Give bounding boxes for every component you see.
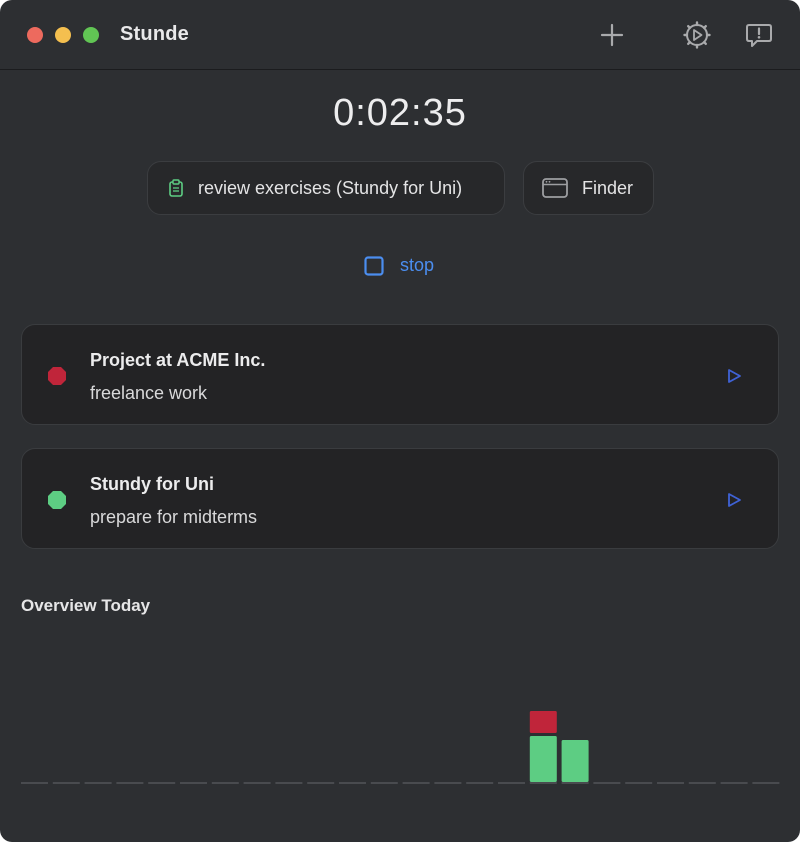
start-project-button[interactable] [722, 365, 746, 387]
project-name: Stundy for Uni [90, 474, 214, 494]
app-window: Stunde 0:02:35 review exercises (Stundy … [0, 0, 800, 842]
settings-button[interactable] [682, 20, 712, 50]
play-icon [728, 369, 741, 383]
window-icon [542, 178, 568, 198]
minimize-window-button[interactable] [55, 27, 71, 43]
clipboard-icon [168, 179, 184, 197]
plus-icon [600, 23, 624, 47]
play-icon [728, 493, 741, 507]
title-bar: Stunde [0, 0, 800, 70]
project-description: freelance work [90, 383, 208, 403]
chart-bar-segment [529, 736, 557, 782]
project-name: Project at ACME Inc. [90, 350, 266, 370]
settings-gear-icon [683, 21, 711, 49]
project-card[interactable]: Stundy for Uni prepare for midterms [21, 448, 779, 549]
stop-label: stop [400, 255, 435, 275]
app-title: Stunde [120, 23, 189, 45]
start-project-button[interactable] [722, 489, 746, 511]
stop-button[interactable]: stop [364, 255, 434, 276]
zoom-window-button[interactable] [83, 27, 99, 43]
project-color-dot [48, 367, 66, 385]
project-card[interactable]: Project at ACME Inc. freelance work [21, 324, 779, 425]
add-button[interactable] [597, 20, 627, 50]
current-task-chip[interactable]: review exercises (Stundy for Uni) [147, 161, 505, 215]
project-description: prepare for midterms [90, 507, 258, 527]
overview-chart [21, 711, 780, 784]
current-task-label: review exercises (Stundy for Uni) [198, 177, 463, 198]
project-color-dot [48, 491, 66, 509]
chart-bar-segment [561, 740, 589, 782]
square-stop-icon [364, 255, 384, 276]
elapsed-timer: 0:02:35 [333, 92, 467, 134]
current-app-label: Finder [582, 177, 634, 198]
close-window-button[interactable] [27, 27, 43, 43]
overview-title: Overview Today [21, 596, 151, 615]
feedback-button[interactable] [744, 20, 774, 50]
current-app-chip[interactable]: Finder [523, 161, 654, 215]
chart-bar-segment [529, 711, 557, 733]
feedback-icon [746, 24, 772, 47]
